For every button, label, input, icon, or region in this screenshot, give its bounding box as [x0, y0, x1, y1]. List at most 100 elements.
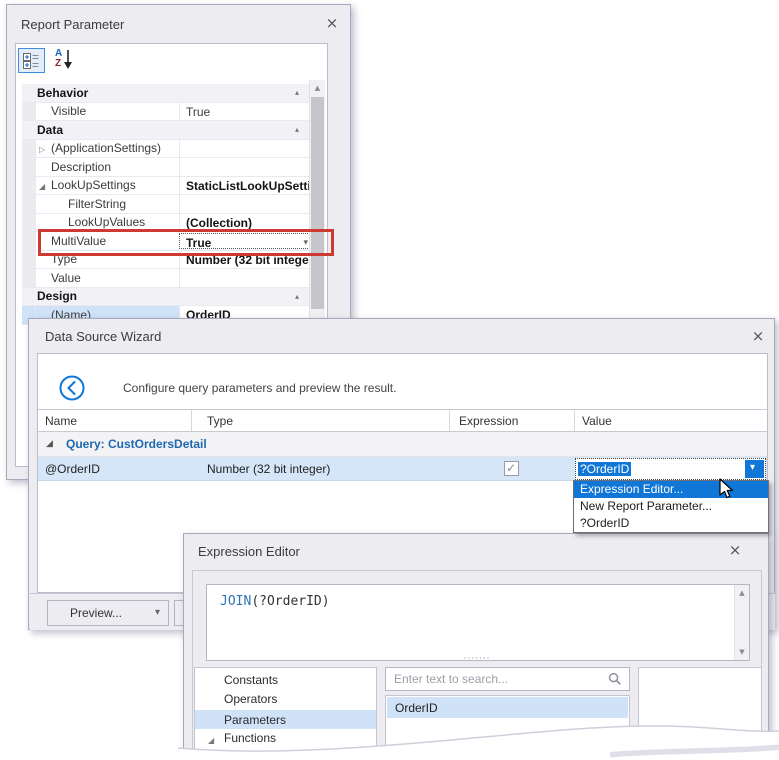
property-label: LookUpValues — [68, 215, 145, 229]
column-separator[interactable] — [449, 410, 450, 431]
mouse-cursor — [719, 478, 735, 500]
checkmark-icon: ✓ — [506, 461, 516, 475]
property-row-visible[interactable]: Visible True — [22, 103, 315, 122]
tree-item-constants[interactable]: Constants — [224, 673, 278, 687]
dropdown-item-orderid[interactable]: ?OrderID — [574, 515, 768, 532]
value-dropdown-popup: Expression Editor... New Report Paramete… — [573, 480, 769, 533]
row-gutter — [22, 195, 36, 213]
expression-checkbox[interactable]: ✓ — [504, 461, 519, 476]
scroll-down-icon[interactable]: ▼ — [735, 648, 749, 656]
dropdown-item-new-report-parameter[interactable]: New Report Parameter... — [574, 498, 768, 515]
cell-parameter-name: @OrderID — [45, 462, 100, 476]
row-gutter — [22, 232, 36, 250]
property-value[interactable]: (Collection) — [179, 214, 315, 232]
dialog-title: Expression Editor — [198, 544, 300, 559]
property-row-description[interactable]: Description — [22, 158, 315, 177]
editor-value: True — [186, 236, 211, 249]
property-row-lookupsettings[interactable]: ◢ LookUpSettings StaticListLookUpSetting… — [22, 177, 315, 196]
row-gutter — [22, 103, 36, 121]
property-value[interactable] — [179, 158, 315, 176]
property-row-filterstring[interactable]: FilterString — [22, 195, 315, 214]
property-value[interactable]: True — [179, 103, 315, 121]
row-gutter — [22, 269, 36, 287]
column-separator[interactable] — [574, 410, 575, 431]
close-icon[interactable]: × — [323, 14, 341, 32]
selected-text: ?OrderID — [578, 462, 631, 476]
property-label: MultiValue — [51, 234, 106, 248]
dropdown-arrow-icon[interactable]: ▾ — [303, 238, 308, 248]
property-label: FilterString — [68, 197, 126, 211]
column-header-expression[interactable]: Expression — [459, 414, 518, 428]
property-label: Type — [51, 252, 77, 266]
dropdown-item-expression-editor[interactable]: Expression Editor... — [574, 481, 768, 498]
screenshot-canvas: Report Parameter × A Z — [0, 0, 779, 760]
scroll-up-icon[interactable]: ▲ — [310, 84, 325, 92]
code-text: (?OrderID) — [251, 594, 329, 609]
category-row-design[interactable]: Design ▴ — [22, 288, 315, 307]
expand-icon[interactable]: ▷ — [39, 145, 45, 154]
parameter-table-row[interactable]: @OrderID Number (32 bit integer) ✓ ?Orde… — [38, 457, 767, 481]
category-row-behavior[interactable]: Behavior ▴ — [22, 84, 315, 103]
code-scrollbar[interactable]: ▲ ▼ — [734, 585, 749, 660]
column-header-name[interactable]: Name — [45, 414, 77, 428]
property-label: LookUpSettings — [51, 178, 136, 192]
search-box[interactable]: Enter text to search... — [385, 667, 630, 691]
scrollbar-thumb[interactable] — [311, 97, 324, 309]
column-header-value[interactable]: Value — [582, 414, 612, 428]
property-row-lookupvalues[interactable]: LookUpValues (Collection) — [22, 214, 315, 233]
cell-parameter-type: Number (32 bit integer) — [207, 462, 330, 476]
dialog-title: Report Parameter — [21, 17, 124, 32]
collapse-icon[interactable]: ▴ — [295, 292, 299, 301]
torn-edge-wave — [0, 690, 779, 760]
property-label: Visible — [51, 104, 86, 118]
property-value[interactable]: StaticListLookUpSettings — [179, 177, 315, 195]
value-combo-editor[interactable]: ?OrderID ▾ — [575, 458, 766, 480]
combo-dropdown-button[interactable]: ▾ — [745, 460, 764, 478]
row-gutter — [22, 140, 36, 158]
column-header-type[interactable]: Type — [207, 414, 233, 428]
categorized-view-button[interactable] — [18, 48, 45, 73]
property-row-multivalue[interactable]: MultiValue True ▾ — [22, 232, 315, 251]
property-value[interactable] — [179, 269, 315, 287]
property-row-type[interactable]: Type Number (32 bit integer) — [22, 251, 315, 270]
collapse-node-icon[interactable]: ◢ — [39, 182, 45, 191]
property-value[interactable]: Number (32 bit integer) — [179, 251, 315, 269]
close-icon[interactable]: × — [749, 327, 767, 345]
search-placeholder: Enter text to search... — [394, 672, 508, 686]
dialog-title: Data Source Wizard — [45, 329, 161, 344]
property-row-value[interactable]: Value — [22, 269, 315, 288]
collapse-icon[interactable]: ▴ — [295, 125, 299, 134]
preview-button-label: Preview... — [48, 606, 144, 620]
row-gutter — [22, 251, 36, 269]
category-label: Behavior — [37, 86, 88, 100]
column-separator[interactable] — [191, 410, 192, 431]
property-value[interactable] — [179, 140, 315, 158]
multivalue-dropdown-editor[interactable]: True ▾ — [179, 233, 314, 249]
dropdown-arrow-icon[interactable]: ▾ — [155, 607, 160, 618]
splitter-grip[interactable]: ······· — [427, 654, 527, 664]
query-group-row[interactable]: ◢ Query: CustOrdersDetail — [38, 432, 767, 457]
property-label: (ApplicationSettings) — [51, 141, 161, 155]
category-label: Data — [37, 123, 63, 137]
dropdown-arrow-icon: ▾ — [750, 462, 755, 473]
property-value[interactable] — [179, 195, 315, 213]
category-row-data[interactable]: Data ▴ — [22, 121, 315, 140]
code-keyword: JOIN — [220, 594, 251, 609]
property-row-applicationsettings[interactable]: ▷ (ApplicationSettings) — [22, 140, 315, 159]
preview-button[interactable]: Preview... ▾ — [47, 600, 169, 626]
table-header-row: Name Type Expression Value — [38, 409, 767, 432]
alphabetical-sort-button[interactable]: A Z — [50, 48, 77, 73]
property-label: Description — [51, 160, 111, 174]
scroll-up-icon[interactable]: ▲ — [735, 589, 749, 597]
group-expanded-icon[interactable]: ◢ — [46, 439, 53, 449]
back-arrow-icon[interactable] — [58, 374, 86, 407]
close-icon[interactable]: × — [726, 541, 744, 559]
row-gutter — [22, 214, 36, 232]
property-grid: Behavior ▴ Visible True Data ▴ ▷ (Applic… — [22, 84, 315, 325]
expression-code-box[interactable]: JOIN(?OrderID) ▲ ▼ — [206, 584, 750, 661]
group-row-label: Query: CustOrdersDetail — [66, 437, 207, 451]
collapse-icon[interactable]: ▴ — [295, 88, 299, 97]
search-icon[interactable] — [608, 672, 622, 691]
row-gutter — [22, 158, 36, 176]
row-gutter — [22, 177, 36, 195]
